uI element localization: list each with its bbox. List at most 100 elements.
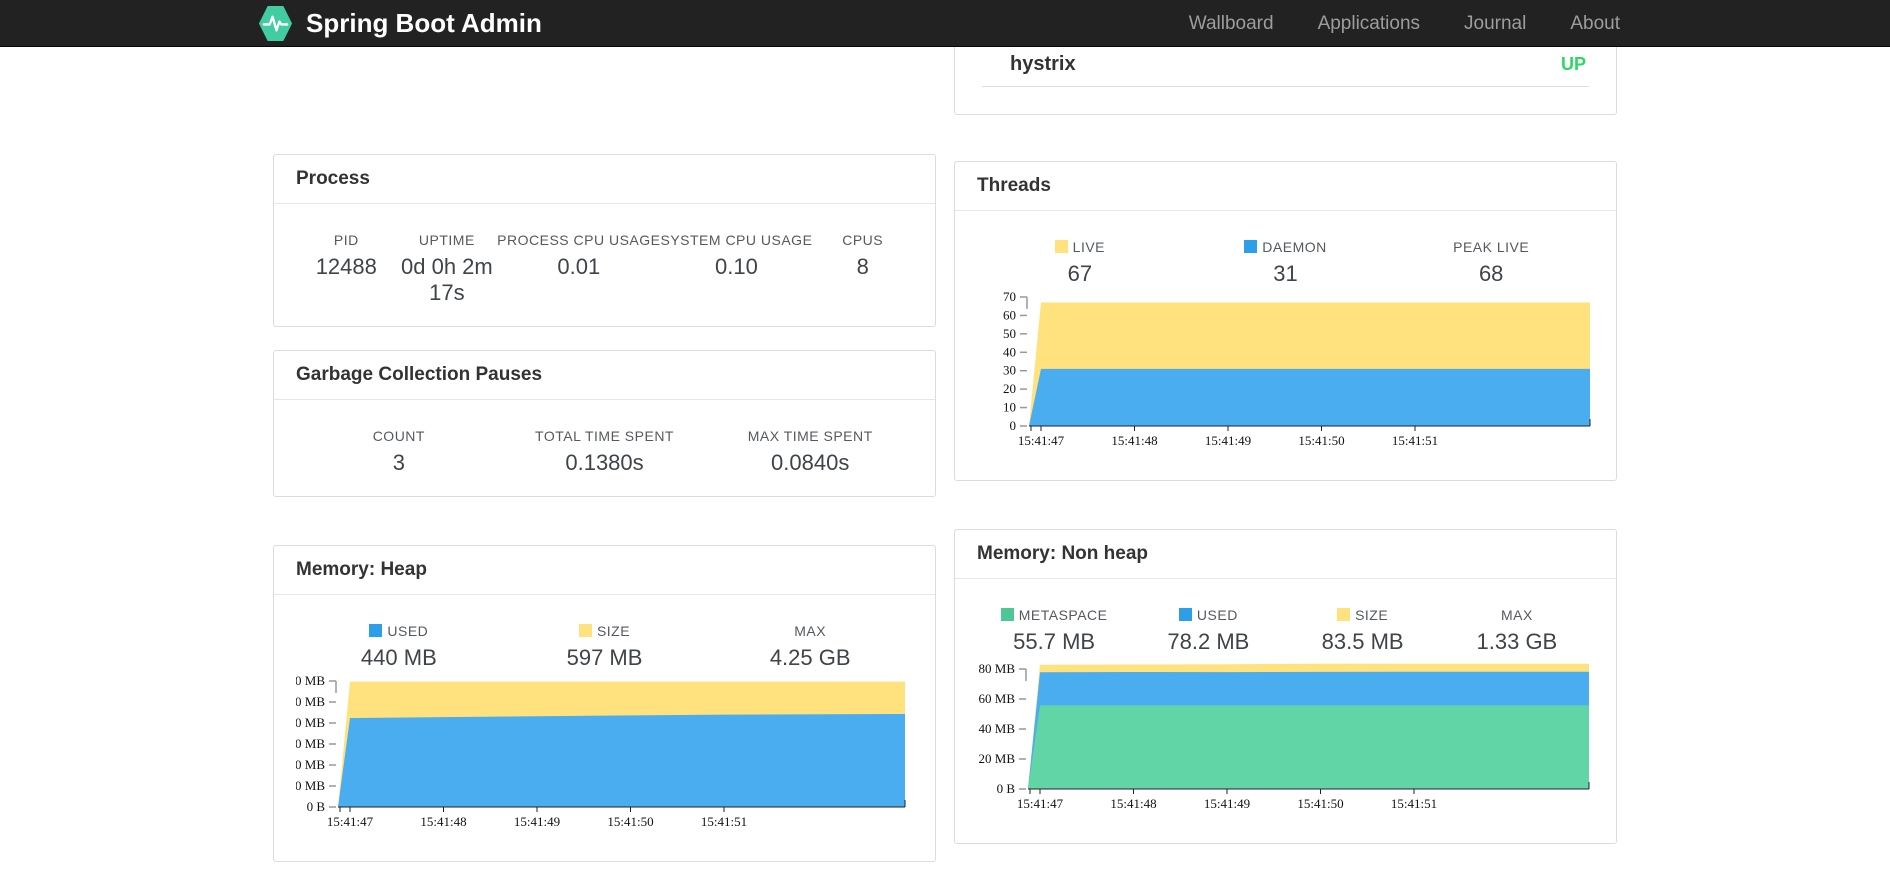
svg-text:15:41:47: 15:41:47 [1017,796,1064,811]
stat-live: LIVE 67 [977,239,1183,287]
svg-text:20: 20 [1003,381,1016,396]
svg-text:60 MB: 60 MB [979,691,1016,706]
stat-used: USED 440 MB [296,623,502,671]
svg-text:10: 10 [1003,400,1016,415]
legend-swatch-icon [1244,240,1258,253]
brand-link[interactable]: Spring Boot Admin [256,0,542,47]
gc-stats: COUNT 3 TOTAL TIME SPENT 0.1380s MAX TIME SP… [296,428,913,476]
threads-stats: LIVE 67 DAEMON 31 PEAK LIVE 68 [977,239,1594,287]
card-title-threads: Threads [955,162,1616,211]
stat-daemon: DAEMON 31 [1183,239,1389,287]
stat-size: SIZE 83.5 MB [1286,607,1440,655]
svg-text:15:41:48: 15:41:48 [420,814,466,829]
svg-text:40: 40 [1003,344,1016,359]
legend-swatch-icon [1337,608,1351,621]
heap-stats: USED 440 MB SIZE 597 MB MAX 4.25 GB [296,623,913,671]
svg-text:15:41:49: 15:41:49 [1205,433,1251,448]
stat-value: 67 [1067,261,1093,286]
svg-text:15:41:51: 15:41:51 [701,814,747,829]
stat-value: 68 [1478,261,1504,286]
card-title-nonheap: Memory: Non heap [955,530,1616,579]
legend-swatch-icon [369,624,383,637]
card-title-gc: Garbage Collection Pauses [274,351,935,400]
svg-text:20 MB: 20 MB [979,751,1016,766]
card-title-heap: Memory: Heap [274,546,935,595]
threads-chart: 0 10 20 30 40 50 60 70 15:41:47 15:41:48 15:41:49 1… [977,291,1594,452]
nav-item-about[interactable]: About [1570,13,1620,35]
memory-nonheap-card: Memory: Non heap METASPACE 55.7 MB USED 78.… [954,529,1617,844]
svg-text:600 MB: 600 MB [296,675,325,688]
svg-text:15:41:50: 15:41:50 [1297,796,1343,811]
stat-label: MAX TIME SPENT [747,428,873,444]
stat-value: 1.33 GB [1476,629,1558,654]
stat-pid: PID 12488 [296,232,397,306]
stat-label: PID [333,232,359,248]
stat-value: 3 [392,450,405,475]
stat-label: USED [1131,607,1285,623]
application-status-badge: UP [1560,54,1586,74]
svg-text:500 MB: 500 MB [296,694,325,709]
stat-value: 0.0840s [771,450,850,475]
stat-system-cpu-usage: SYSTEM CPU USAGE 0.10 [660,232,812,306]
stat-value: 0d 0h 2m 17s [401,254,493,305]
nav-links: Wallboard Applications Journal About [1189,0,1620,47]
stat-label: METASPACE [977,607,1131,623]
nav-item-journal[interactable]: Journal [1464,13,1526,35]
svg-text:0 B: 0 B [997,781,1016,796]
stat-process-cpu-usage: PROCESS CPU USAGE 0.01 [497,232,660,306]
stat-value: 12488 [315,254,377,279]
svg-text:15:41:51: 15:41:51 [1391,796,1437,811]
memory-heap-card: Memory: Heap USED 440 MB SIZE 597 MB MAX 4.25… [273,545,936,862]
stat-label: DAEMON [1183,239,1389,255]
stat-label: COUNT [372,428,425,444]
gc-pauses-card: Garbage Collection Pauses COUNT 3 TOTAL TI… [273,350,936,497]
svg-text:15:41:47: 15:41:47 [1018,433,1065,448]
stat-peak-live: PEAK LIVE 68 [1388,239,1594,287]
svg-text:100 MB: 100 MB [296,778,325,793]
stat-total-time-spent: TOTAL TIME SPENT 0.1380s [502,428,708,476]
svg-text:300 MB: 300 MB [296,736,325,751]
navbar: Spring Boot Admin Wallboard Applications J… [0,0,1890,47]
heap-chart: 0 B 100 MB 200 MB 300 MB 400 MB 500 MB 600 MB 1… [296,675,913,833]
nav-item-wallboard[interactable]: Wallboard [1189,13,1274,35]
stat-value: 31 [1273,261,1298,286]
svg-text:70: 70 [1003,291,1016,304]
right-column: hystrix UP Threads LIVE 67 DAEMON 31 PEAK LI… [954,12,1617,844]
stat-label: UPTIME [418,232,475,248]
stat-max: MAX 4.25 GB [707,623,913,671]
svg-text:200 MB: 200 MB [296,757,325,772]
legend-swatch-icon [1000,608,1014,621]
nonheap-stats: METASPACE 55.7 MB USED 78.2 MB SIZE 83.5 MB MA… [977,607,1594,655]
stat-label: PEAK LIVE [1453,239,1530,255]
application-row[interactable]: hystrix UP [955,53,1616,76]
stat-label: SYSTEM CPU USAGE [660,232,813,248]
process-stats: PID 12488 UPTIME 0d 0h 2m 17s PROCESS CPU US… [296,232,913,306]
stat-used: USED 78.2 MB [1131,607,1285,655]
svg-text:400 MB: 400 MB [296,715,325,730]
svg-text:15:41:48: 15:41:48 [1110,796,1156,811]
stat-label: MAX [1500,607,1533,623]
legend-swatch-icon [1178,608,1192,621]
svg-text:15:41:51: 15:41:51 [1392,433,1438,448]
stat-value: 597 MB [566,645,643,670]
nav-item-applications[interactable]: Applications [1318,13,1420,35]
stat-max-time-spent: MAX TIME SPENT 0.0840s [707,428,913,476]
stat-count: COUNT 3 [296,428,502,476]
stat-label: SIZE [502,623,708,639]
svg-text:0: 0 [1010,418,1017,433]
stat-value: 55.7 MB [1013,629,1096,654]
stat-size: SIZE 597 MB [502,623,708,671]
stat-max: MAX 1.33 GB [1440,607,1594,655]
stat-value: 78.2 MB [1167,629,1250,654]
svg-text:15:41:50: 15:41:50 [607,814,653,829]
stat-cpus: CPUS 8 [812,232,913,306]
card-title-process: Process [274,155,935,204]
nonheap-chart: 0 B 20 MB 40 MB 60 MB 80 MB 15:41:47 15:41:48 1… [977,659,1594,815]
svg-text:30: 30 [1003,363,1016,378]
process-card: Process PID 12488 UPTIME 0d 0h 2m 17s PROCES… [273,154,936,327]
stat-value: 0.10 [715,254,758,279]
stat-label: MAX [794,623,827,639]
svg-text:80 MB: 80 MB [979,661,1016,676]
stat-value: 0.01 [557,254,601,279]
threads-card: Threads LIVE 67 DAEMON 31 PEAK LIVE 68 0 10 20 3… [954,161,1617,481]
